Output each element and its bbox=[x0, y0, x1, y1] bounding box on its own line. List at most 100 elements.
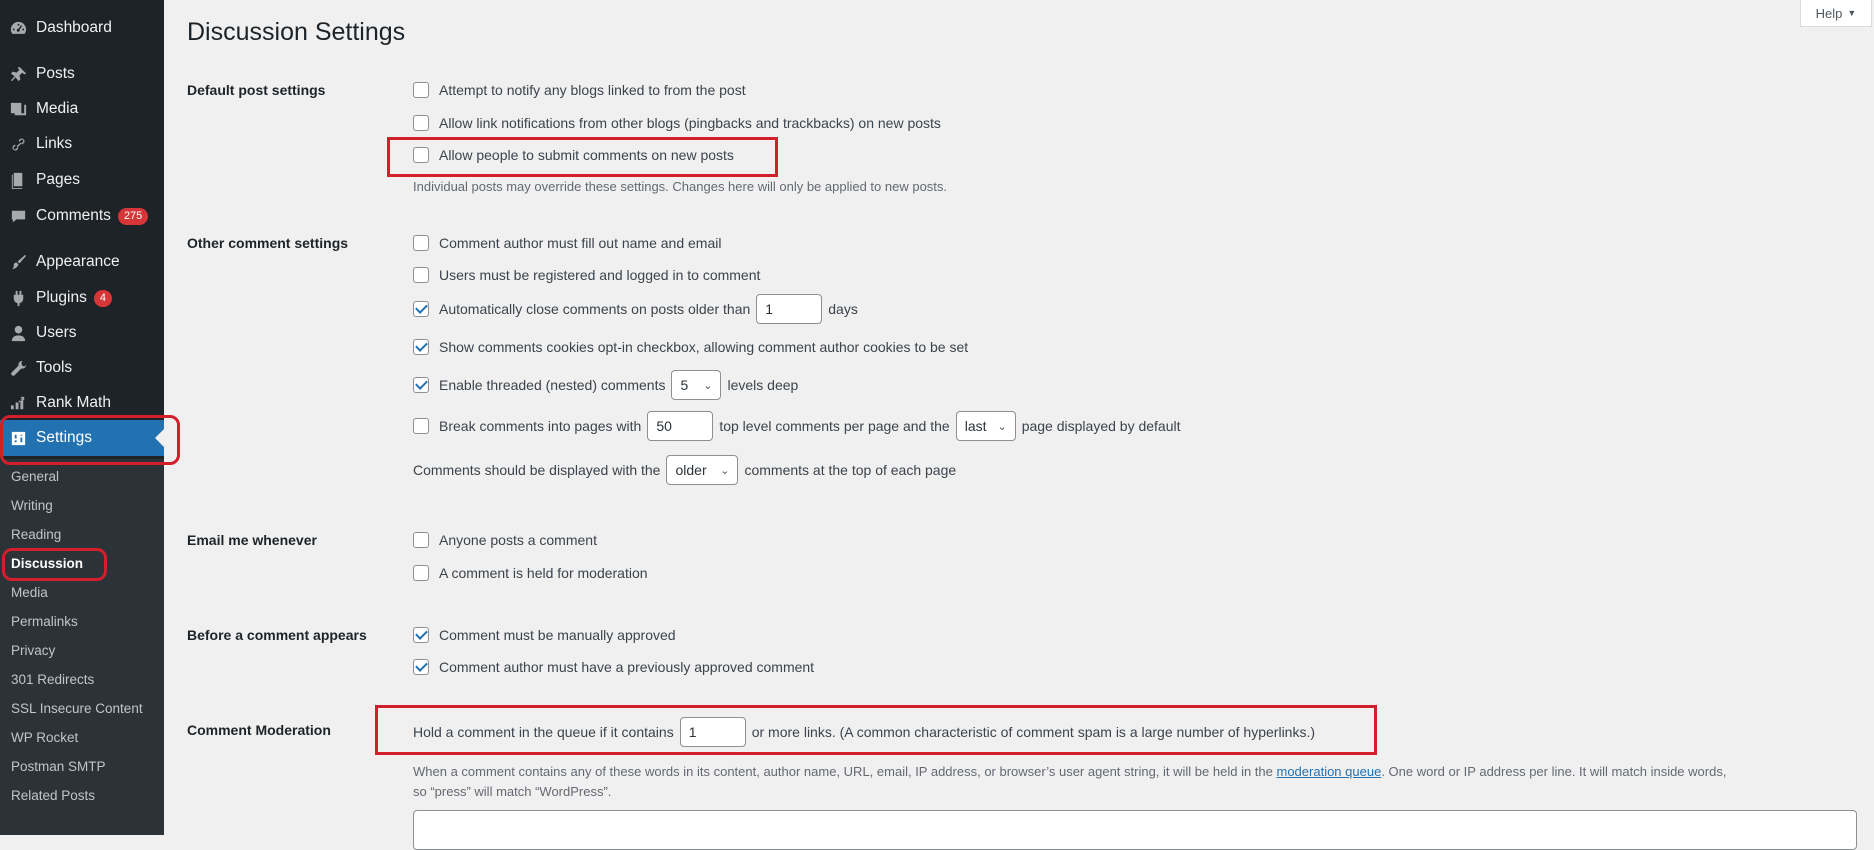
sidebar-item-label: Tools bbox=[36, 359, 73, 376]
option-label: Automatically close comments on posts ol… bbox=[439, 301, 751, 317]
email-moderation-checkbox[interactable] bbox=[413, 565, 429, 581]
submenu-item-reading[interactable]: Reading bbox=[11, 525, 61, 545]
submenu-item-privacy[interactable]: Privacy bbox=[11, 641, 55, 661]
email-new-comment-option[interactable]: Anyone posts a comment bbox=[413, 532, 597, 548]
submenu-item-permalinks[interactable]: Permalinks bbox=[11, 612, 78, 632]
require-name-email-checkbox[interactable] bbox=[413, 235, 429, 251]
manual-approval-option[interactable]: Comment must be manually approved bbox=[413, 627, 676, 643]
submenu-item-general[interactable]: General bbox=[11, 467, 59, 487]
default-page-select[interactable]: last ⌄ bbox=[955, 411, 1016, 441]
sidebar-item-label: Users bbox=[36, 324, 77, 341]
sidebar-item-label: Appearance bbox=[36, 253, 120, 270]
notify-blogs-checkbox[interactable] bbox=[413, 82, 429, 98]
sidebar-item-pages[interactable]: Pages bbox=[0, 162, 164, 198]
email-moderation-option[interactable]: A comment is held for moderation bbox=[413, 565, 648, 581]
max-links-input[interactable]: 1 bbox=[679, 717, 746, 747]
dashboard-icon bbox=[8, 18, 28, 38]
option-label: Allow people to submit comments on new p… bbox=[439, 147, 734, 163]
section-label-email: Email me whenever bbox=[187, 532, 317, 548]
option-label: Hold a comment in the queue if it contai… bbox=[413, 724, 674, 740]
sidebar-item-links[interactable]: Links bbox=[0, 126, 164, 162]
previously-approved-option[interactable]: Comment author must have a previously ap… bbox=[413, 659, 814, 675]
users-icon bbox=[8, 323, 28, 343]
help-label: Help bbox=[1815, 5, 1843, 21]
moderation-queue-link[interactable]: moderation queue bbox=[1277, 764, 1382, 779]
option-label: days bbox=[828, 301, 858, 317]
threaded-comments-checkbox[interactable] bbox=[413, 377, 429, 393]
sidebar-item-comments[interactable]: Comments 275 bbox=[0, 198, 164, 234]
link-notifications-option[interactable]: Allow link notifications from other blog… bbox=[413, 115, 941, 131]
description-text: so “press” will match “WordPress”. bbox=[413, 784, 612, 799]
option-label: Anyone posts a comment bbox=[439, 532, 597, 548]
require-registration-checkbox[interactable] bbox=[413, 267, 429, 283]
sidebar-item-settings[interactable]: Settings bbox=[0, 420, 164, 456]
sidebar-item-users[interactable]: Users bbox=[0, 315, 164, 351]
comment-order-select[interactable]: older ⌄ bbox=[666, 455, 739, 485]
email-new-comment-checkbox[interactable] bbox=[413, 532, 429, 548]
settings-icon bbox=[8, 428, 28, 448]
link-notifications-checkbox[interactable] bbox=[413, 115, 429, 131]
notify-blogs-option[interactable]: Attempt to notify any blogs linked to fr… bbox=[413, 82, 746, 98]
submenu-item-media[interactable]: Media bbox=[11, 583, 48, 603]
previously-approved-checkbox[interactable] bbox=[413, 659, 429, 675]
option-label: Show comments cookies opt-in checkbox, a… bbox=[439, 339, 969, 355]
require-name-email-option[interactable]: Comment author must fill out name and em… bbox=[413, 235, 721, 251]
default-post-note: Individual posts may override these sett… bbox=[413, 179, 948, 194]
sidebar-item-appearance[interactable]: Appearance bbox=[0, 244, 164, 280]
threaded-comments-option: Enable threaded (nested) comments 5 ⌄ le… bbox=[413, 370, 798, 400]
manual-approval-checkbox[interactable] bbox=[413, 627, 429, 643]
require-registration-option[interactable]: Users must be registered and logged in t… bbox=[413, 267, 760, 283]
rank-math-icon bbox=[8, 393, 28, 413]
description-text: . One word or IP address per line. It wi… bbox=[1381, 764, 1727, 779]
option-label: A comment is held for moderation bbox=[439, 565, 648, 581]
comments-count-badge: 275 bbox=[117, 207, 149, 225]
thread-depth-select[interactable]: 5 ⌄ bbox=[671, 370, 722, 400]
sidebar-item-dashboard[interactable]: Dashboard bbox=[0, 10, 164, 46]
default-page-value: last bbox=[964, 418, 987, 434]
sidebar-item-tools[interactable]: Tools bbox=[0, 350, 164, 386]
pages-icon bbox=[8, 170, 28, 190]
submenu-item-wp-rocket[interactable]: WP Rocket bbox=[11, 728, 78, 748]
section-label-default-post: Default post settings bbox=[187, 82, 326, 98]
option-label: Comments should be displayed with the bbox=[413, 462, 661, 478]
paginate-comments-checkbox[interactable] bbox=[413, 418, 429, 434]
auto-close-checkbox[interactable] bbox=[413, 301, 429, 317]
comment-order-option: Comments should be displayed with the ol… bbox=[413, 455, 956, 485]
comments-per-page-input[interactable]: 50 bbox=[647, 411, 714, 441]
submenu-item-discussion[interactable]: Discussion bbox=[11, 554, 83, 574]
paintbrush-icon bbox=[8, 252, 28, 272]
submenu-item-postman-smtp[interactable]: Postman SMTP bbox=[11, 757, 106, 777]
sidebar-item-label: Pages bbox=[36, 171, 80, 188]
help-button[interactable]: Help ▼ bbox=[1800, 0, 1872, 27]
thread-depth-value: 5 bbox=[680, 377, 689, 393]
sidebar-item-posts[interactable]: Posts bbox=[0, 56, 164, 92]
allow-comments-option[interactable]: Allow people to submit comments on new p… bbox=[413, 147, 734, 163]
hold-links-option: Hold a comment in the queue if it contai… bbox=[413, 717, 1315, 747]
sidebar-item-label: Posts bbox=[36, 65, 75, 82]
sidebar-item-label: Rank Math bbox=[36, 394, 111, 411]
submenu-item-writing[interactable]: Writing bbox=[11, 496, 53, 516]
comments-icon bbox=[8, 206, 28, 226]
option-label: Enable threaded (nested) comments bbox=[439, 377, 666, 393]
sidebar-item-label: Dashboard bbox=[36, 19, 112, 36]
submenu-item-301-redirects[interactable]: 301 Redirects bbox=[11, 670, 94, 690]
sidebar-item-rank-math[interactable]: Rank Math bbox=[0, 385, 164, 421]
sidebar-item-label: Comments bbox=[36, 207, 111, 224]
moderation-keys-textarea[interactable] bbox=[413, 810, 1857, 850]
description-text: When a comment contains any of these wor… bbox=[413, 764, 1273, 779]
auto-close-option: Automatically close comments on posts ol… bbox=[413, 294, 858, 324]
option-label: Comment must be manually approved bbox=[439, 627, 676, 643]
cookies-optin-option[interactable]: Show comments cookies opt-in checkbox, a… bbox=[413, 339, 968, 355]
cookies-optin-checkbox[interactable] bbox=[413, 339, 429, 355]
allow-comments-checkbox[interactable] bbox=[413, 147, 429, 163]
submenu-item-ssl-insecure-content[interactable]: SSL Insecure Content bbox=[11, 699, 143, 719]
plugins-count-badge: 4 bbox=[93, 289, 112, 307]
sidebar-item-plugins[interactable]: Plugins 4 bbox=[0, 280, 164, 316]
option-label: top level comments per page and the bbox=[719, 418, 950, 434]
submenu-item-related-posts[interactable]: Related Posts bbox=[11, 786, 95, 806]
admin-sidebar: Dashboard Posts Media Links Pages Commen… bbox=[0, 0, 164, 835]
close-days-input[interactable]: 1 bbox=[756, 294, 823, 324]
sidebar-item-media[interactable]: Media bbox=[0, 91, 164, 127]
wrench-icon bbox=[8, 358, 28, 378]
page-title: Discussion Settings bbox=[187, 18, 406, 46]
